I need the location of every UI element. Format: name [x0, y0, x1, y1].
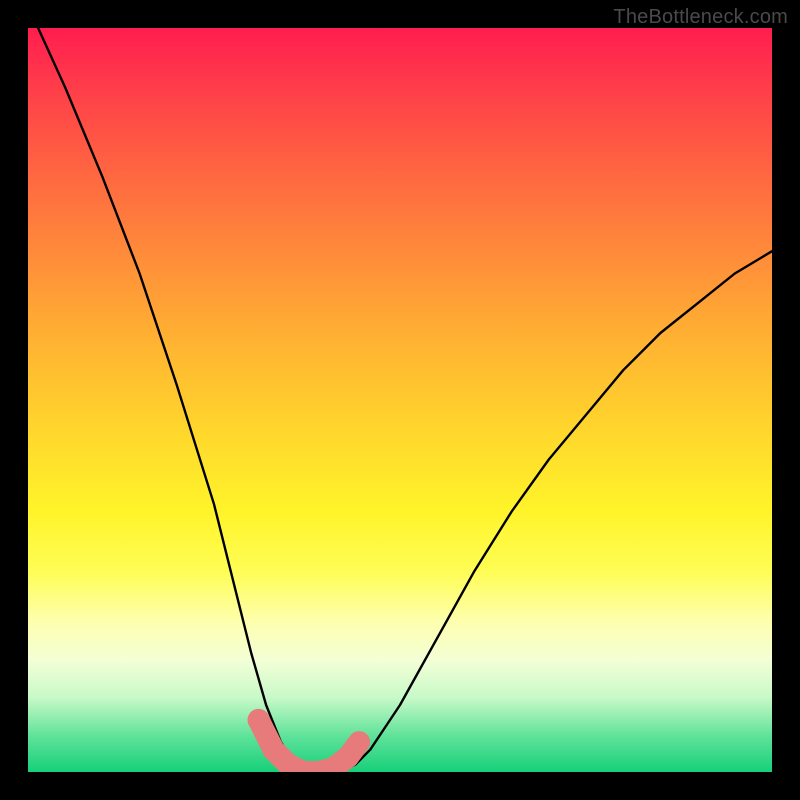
plot-area	[28, 28, 772, 772]
highlight-dots-group	[248, 709, 371, 772]
watermark-text: TheBottleneck.com	[613, 6, 788, 29]
bottleneck-curve	[28, 28, 772, 772]
highlight-dot	[248, 709, 270, 731]
highlight-dot	[348, 731, 370, 753]
curve-svg	[28, 28, 772, 772]
chart-frame: TheBottleneck.com	[0, 0, 800, 800]
